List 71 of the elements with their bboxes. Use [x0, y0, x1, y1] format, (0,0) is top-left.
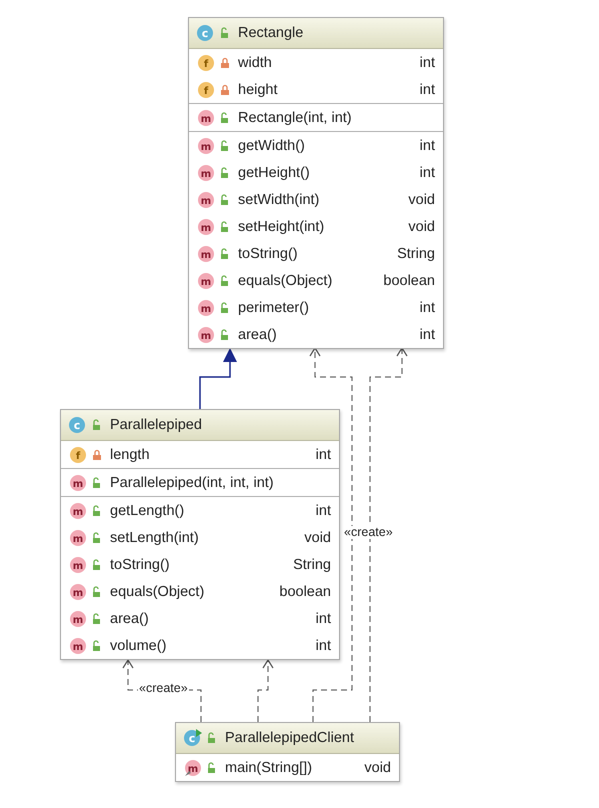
method-icon: m — [197, 136, 215, 154]
method-icon: m — [69, 556, 87, 574]
type-label: int — [418, 300, 435, 316]
type-label: void — [303, 530, 331, 546]
static-method-icon: m — [184, 758, 202, 776]
class-box[interactable] — [188, 17, 444, 349]
type-label: int — [314, 638, 331, 654]
method-name: perimeter() — [238, 300, 309, 316]
method-name: setLength(int) — [110, 530, 199, 546]
type-label: String — [396, 246, 435, 262]
type-label: int — [314, 502, 331, 518]
class-name: Parallelepiped — [110, 417, 202, 433]
method-icon: m — [69, 582, 87, 600]
field-icon: f — [69, 446, 87, 464]
field-icon: f — [197, 80, 215, 98]
method-icon: m — [197, 326, 215, 344]
type-label: void — [407, 218, 435, 234]
method-icon: m — [197, 272, 215, 290]
method-icon: m — [197, 108, 215, 126]
type-label: int — [418, 54, 435, 70]
method-name: equals(Object) — [110, 584, 204, 600]
method-name: setHeight(int) — [238, 218, 324, 234]
class-icon: c — [197, 24, 215, 42]
method-icon: m — [69, 636, 87, 654]
method-icon: m — [197, 298, 215, 316]
method-name: setWidth(int) — [238, 192, 320, 208]
class-name: ParallelepipedClient — [225, 730, 354, 746]
type-label: int — [418, 326, 435, 342]
method-name: getWidth() — [238, 138, 305, 154]
class-box[interactable]: c Parallelepiped f length int m Parallelepiped(int, int, int) m getLength() int m setLength(int) void m toString() String m equals(Object) boolean m area() int m volume() int — [60, 409, 340, 660]
type-label: String — [292, 556, 331, 572]
type-label: int — [314, 610, 331, 626]
type-label: int — [418, 82, 435, 98]
inheritance-arrow — [199, 348, 237, 409]
dependency-arrow — [258, 658, 274, 722]
class-name: Rectangle — [238, 25, 304, 41]
method-name: equals(Object) — [238, 272, 332, 288]
method-name: getHeight() — [238, 164, 310, 180]
class-run-icon: c — [184, 729, 202, 747]
type-label: int — [314, 446, 331, 462]
method-icon: m — [197, 164, 215, 182]
method-icon: m — [197, 218, 215, 236]
method-name: area() — [110, 610, 149, 626]
type-label: int — [418, 138, 435, 154]
type-label: void — [363, 760, 391, 776]
class-icon: c — [69, 416, 87, 434]
type-label: boolean — [382, 272, 435, 288]
method-name: volume() — [110, 638, 166, 654]
stereotype-label: «create» — [343, 526, 394, 538]
method-name: Parallelepiped(int, int, int) — [110, 474, 274, 490]
method-name: area() — [238, 326, 277, 342]
method-name: main(String[]) — [225, 760, 312, 776]
method-icon: m — [69, 474, 87, 492]
class-box[interactable]: c ParallelepipedClient m main(String[]) void — [175, 722, 400, 782]
field-name: height — [238, 82, 278, 98]
type-label: int — [418, 164, 435, 180]
method-icon: m — [69, 528, 87, 546]
type-label: boolean — [278, 584, 331, 600]
method-icon: m — [69, 610, 87, 628]
method-icon: m — [197, 244, 215, 262]
stereotype-label: «create» — [138, 682, 189, 694]
method-name: getLength() — [110, 502, 184, 518]
field-name: length — [110, 446, 150, 462]
field-icon: f — [197, 54, 215, 72]
method-icon: m — [69, 502, 87, 520]
method-name: toString() — [110, 556, 170, 572]
method-name: Rectangle(int, int) — [238, 110, 352, 126]
method-icon: m — [197, 190, 215, 208]
method-name: toString() — [238, 246, 298, 262]
field-name: width — [238, 54, 272, 70]
type-label: void — [407, 192, 435, 208]
